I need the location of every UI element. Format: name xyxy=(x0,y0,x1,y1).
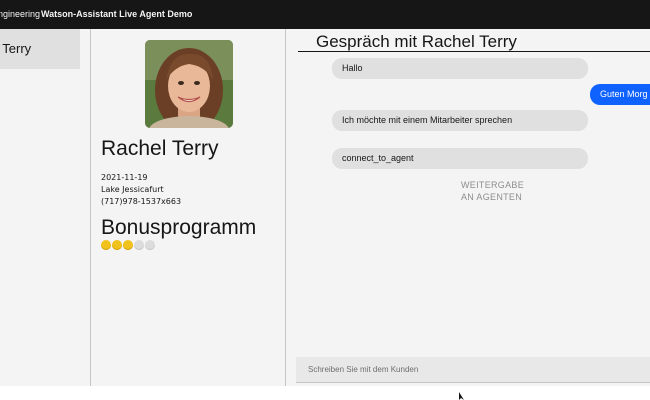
message-composer xyxy=(296,357,650,383)
title-divider xyxy=(298,51,650,52)
message-input[interactable] xyxy=(296,357,650,382)
customer-avatar xyxy=(145,40,233,128)
customer-profile-panel: Rachel Terry 2021-11-19 Lake Jessicafurt… xyxy=(91,29,286,386)
mouse-cursor-icon xyxy=(459,392,464,400)
handoff-notice: WEITERGABE AN AGENTEN xyxy=(461,179,524,203)
message-agent-1: Guten Morg xyxy=(590,84,650,105)
conversation-panel: Gespräch mit Rachel Terry Hallo Guten Mo… xyxy=(286,29,650,386)
customer-name: Rachel Terry xyxy=(101,137,219,160)
message-user-3: connect_to_agent xyxy=(332,148,588,169)
bonus-level-indicator xyxy=(101,240,156,250)
sidebar-item-rachel-terry[interactable]: l Terry xyxy=(0,29,80,69)
header-prefix: Engineering xyxy=(0,9,41,19)
sidebar-item-label: l Terry xyxy=(0,41,32,56)
customer-date: 2021-11-19 xyxy=(101,173,148,182)
bottom-strip xyxy=(0,386,650,400)
message-user-1: Hallo xyxy=(332,58,588,79)
handoff-line-1: WEITERGABE xyxy=(461,180,525,190)
bonus-program-title: Bonusprogramm xyxy=(101,216,257,239)
customer-list-panel: l Terry xyxy=(0,29,91,386)
message-user-2: Ich möchte mit einem Mitarbeiter spreche… xyxy=(332,110,588,131)
bonus-coin-icon xyxy=(112,240,122,250)
customer-location: Lake Jessicafurt xyxy=(101,185,164,194)
customer-phone: (717)978-1537x663 xyxy=(101,197,182,206)
bonus-coin-icon xyxy=(145,240,155,250)
handoff-line-2: AN AGENTEN xyxy=(461,192,523,202)
bonus-coin-icon xyxy=(101,240,111,250)
bonus-coin-icon xyxy=(134,240,144,250)
top-header-bar: Engineering Watson-Assistant Live Agent … xyxy=(0,0,650,29)
conversation-title: Gespräch mit Rachel Terry xyxy=(316,32,517,51)
bonus-coin-icon xyxy=(123,240,133,250)
app-title: Watson-Assistant Live Agent Demo xyxy=(41,9,193,19)
